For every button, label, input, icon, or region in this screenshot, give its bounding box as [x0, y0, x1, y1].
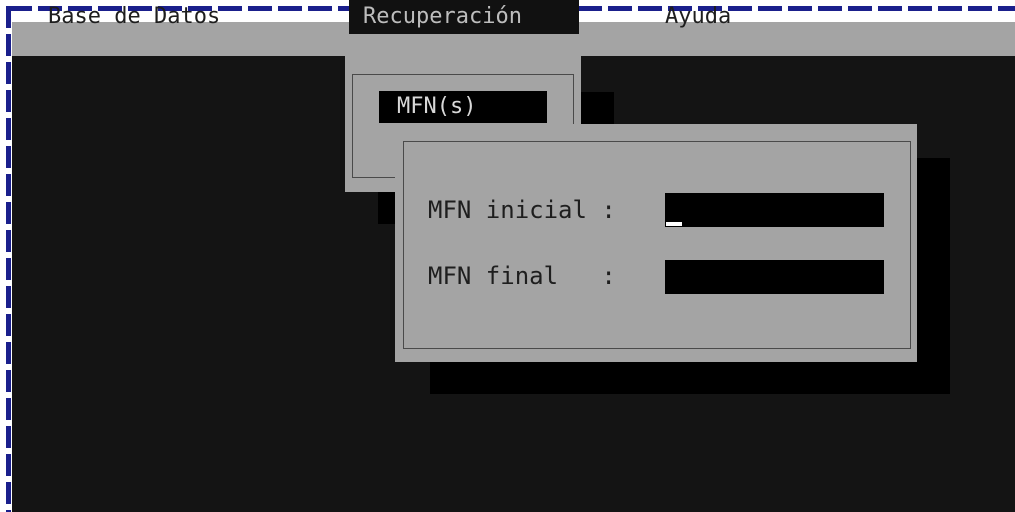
mfn-final-input[interactable] [665, 260, 884, 294]
menu-base-de-datos[interactable]: Base de Datos [48, 0, 220, 34]
menu-ayuda[interactable]: Ayuda [665, 0, 731, 34]
dialog-border [403, 141, 911, 349]
mfn-inicial-input[interactable] [665, 193, 884, 227]
window-border-left [6, 6, 11, 512]
text-cursor [666, 222, 682, 226]
menu-item-mfns[interactable]: MFN(s) [379, 91, 547, 123]
menu-recuperacion[interactable]: Recuperación [349, 0, 579, 34]
app-window: Base de Datos Recuperación Ayuda MFN(s) … [0, 0, 1015, 512]
mfn-final-label: MFN final : [428, 262, 616, 290]
mfn-inicial-label: MFN inicial : [428, 196, 616, 224]
